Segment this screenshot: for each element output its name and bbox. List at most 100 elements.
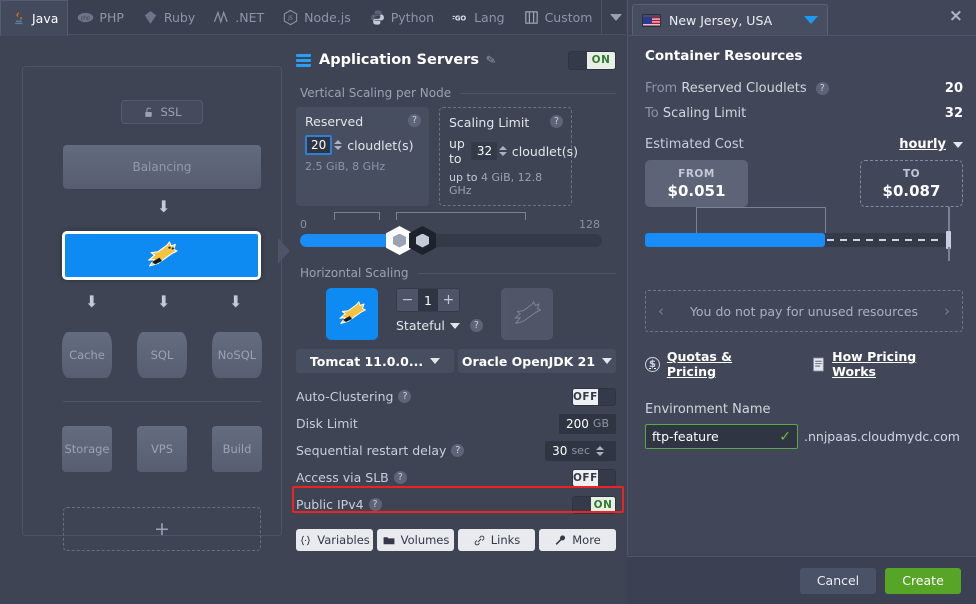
reserved-title: Reserved	[305, 114, 364, 129]
node-count-stepper[interactable]: − 1 +	[396, 288, 460, 312]
row-label-text: Scaling Limit	[662, 106, 747, 121]
braces-icon	[301, 535, 311, 545]
ssl-button[interactable]: SSL	[121, 100, 203, 124]
vps-node[interactable]: VPS	[137, 426, 187, 472]
chevron-right-icon[interactable]: ›	[944, 302, 950, 320]
cloudlet-slider[interactable]: 0 128	[296, 212, 616, 255]
tab-nodejs[interactable]: JS Node.js	[273, 0, 360, 35]
reserved-unit: cloudlet(s)	[347, 137, 414, 153]
slider-track[interactable]	[300, 234, 602, 247]
node-count-value[interactable]: 1	[418, 289, 438, 311]
folder-icon	[383, 536, 395, 544]
chevron-down-icon	[602, 358, 613, 364]
restart-delay-value: 30	[552, 443, 568, 458]
tab-go-lang[interactable]: GO Lang	[443, 0, 513, 35]
help-icon[interactable]: ?	[408, 114, 421, 127]
add-node-button[interactable]: +	[63, 507, 261, 551]
us-flag-icon	[642, 13, 661, 27]
help-icon[interactable]: ?	[815, 82, 829, 95]
chevron-down-icon	[449, 322, 460, 329]
cache-node[interactable]: Cache	[62, 332, 112, 378]
cancel-button[interactable]: Cancel	[800, 567, 876, 594]
build-node[interactable]: Build	[212, 426, 262, 472]
node-label: Cache	[69, 348, 105, 362]
resource-row-to-limit: To Scaling Limit 32	[645, 101, 963, 126]
slider-fill	[300, 234, 396, 247]
balancing-node[interactable]: Balancing	[63, 145, 261, 189]
option-access-via-slb: Access via SLB ? OFF	[296, 464, 616, 491]
close-button[interactable]: ×	[949, 8, 963, 25]
region-selector-tab[interactable]: New Jersey, USA	[632, 4, 828, 35]
how-pricing-works-link[interactable]: How Pricing Works	[812, 349, 963, 379]
disk-limit-field[interactable]: 200 GB	[559, 413, 616, 434]
sql-node[interactable]: SQL	[137, 332, 187, 378]
add-node-placeholder[interactable]	[500, 288, 553, 340]
increment-button[interactable]: +	[438, 289, 459, 311]
more-button[interactable]: More	[539, 529, 616, 551]
tab-dotnet[interactable]: .NET	[204, 0, 273, 35]
scaling-limit-input[interactable]: 32	[470, 142, 497, 160]
scaling-limit-title: Scaling Limit	[449, 115, 530, 130]
billing-period-dropdown[interactable]: hourly	[899, 137, 963, 152]
tab-ruby[interactable]: Ruby	[133, 0, 204, 35]
help-icon[interactable]: ?	[393, 471, 407, 484]
row-value: 32	[944, 106, 963, 121]
cost-connector-bottom	[948, 247, 950, 261]
stack-dropdown-row: Tomcat 11.0.0... Oracle OpenJDK 21	[296, 349, 616, 373]
access-via-slb-toggle[interactable]: OFF	[572, 468, 616, 487]
create-button[interactable]: Create	[885, 567, 961, 594]
layer-enable-toggle[interactable]: ON	[568, 50, 616, 70]
engine-version-dropdown[interactable]: Tomcat 11.0.0...	[296, 349, 454, 373]
container-resources-title: Container Resources	[645, 48, 803, 64]
help-icon[interactable]: ?	[469, 319, 483, 332]
option-disk-limit: Disk Limit 200 GB	[296, 410, 616, 437]
nosql-node[interactable]: NoSQL	[212, 332, 262, 378]
reserved-stepper[interactable]	[334, 140, 343, 150]
tab-java[interactable]: Java	[0, 0, 69, 36]
primary-node-icon-button[interactable]	[326, 288, 378, 340]
auto-clustering-toggle[interactable]: OFF	[572, 387, 616, 406]
scaling-limit-prefix: up to	[449, 136, 465, 166]
jdk-version-dropdown[interactable]: Oracle OpenJDK 21	[458, 349, 616, 373]
application-server-node[interactable]	[62, 231, 261, 280]
divider	[460, 92, 616, 94]
volumes-button[interactable]: Volumes	[377, 529, 454, 551]
decrement-button[interactable]: −	[397, 289, 418, 311]
slider-handle-limit[interactable]	[409, 226, 436, 255]
slider-handle-reserved[interactable]	[386, 226, 413, 255]
variables-button[interactable]: Variables	[296, 529, 373, 551]
row-value: 20	[944, 81, 963, 96]
svg-text:GO: GO	[455, 14, 467, 22]
help-icon[interactable]: ?	[398, 390, 412, 403]
quotas-and-pricing-link[interactable]: $ Quotas & Pricing	[645, 349, 784, 379]
environment-name-input[interactable]: ftp-feature ✓	[645, 424, 798, 449]
topology-panel: SSL Balancing ⬇ ⬇ ⬇ ⬇ Cache SQL NoSQL St…	[10, 46, 293, 551]
scaling-mode-label: Stateful	[396, 318, 445, 333]
custom-icon	[524, 11, 538, 24]
check-icon: ✓	[779, 428, 791, 445]
restart-delay-field[interactable]: 30 sec	[545, 440, 616, 461]
reserved-cloudlets-input[interactable]: 20	[305, 135, 333, 155]
scaling-mode-dropdown[interactable]: Stateful ?	[396, 318, 483, 333]
tab-custom[interactable]: Custom	[514, 0, 602, 35]
help-icon[interactable]: ?	[451, 444, 465, 457]
chevron-left-icon[interactable]: ‹	[658, 302, 664, 320]
scaling-limit-detail: up to 4 GiB, 12.8 GHz	[449, 171, 562, 197]
help-icon[interactable]: ?	[550, 115, 563, 128]
tab-label: PHP	[99, 10, 124, 25]
links-button[interactable]: Links	[458, 529, 535, 551]
tab-php[interactable]: php PHP	[68, 0, 132, 35]
ssl-label: SSL	[160, 105, 182, 119]
selection-pointer	[278, 238, 290, 264]
help-icon[interactable]: ?	[368, 498, 382, 511]
node-label: NoSQL	[217, 348, 257, 362]
tab-python[interactable]: Python	[360, 0, 443, 35]
node-count-group: − 1 + Stateful ?	[396, 288, 483, 333]
disk-limit-value: 200	[566, 416, 589, 431]
scaling-limit-stepper[interactable]	[498, 146, 507, 156]
storage-node[interactable]: Storage	[62, 426, 112, 472]
restart-delay-stepper[interactable]	[596, 445, 604, 456]
edit-pencil-icon[interactable]: ✎	[485, 52, 497, 68]
public-ipv4-toggle[interactable]: ON	[572, 495, 616, 514]
ruby-icon	[144, 11, 157, 24]
